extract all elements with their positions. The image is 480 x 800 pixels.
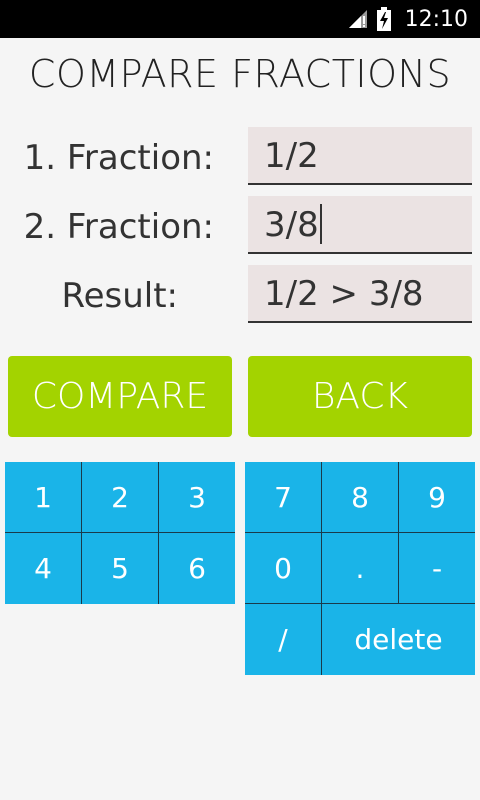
status-bar: 12:10 xyxy=(0,0,480,38)
key-4[interactable]: 4 xyxy=(5,533,81,604)
compare-button[interactable]: COMPARE xyxy=(8,356,232,437)
status-icons: 12:10 xyxy=(347,0,468,38)
page-title: COMPARE FRACTIONS xyxy=(28,52,452,96)
key-dot[interactable]: . xyxy=(322,533,398,604)
result-field[interactable]: 1/2 > 3/8 xyxy=(248,265,472,323)
fraction2-label: 2. Fraction: xyxy=(23,207,214,247)
key-8[interactable]: 8 xyxy=(322,462,398,533)
keypad-right: 7 8 9 0 . - / delete xyxy=(245,462,475,675)
result-label: Result: xyxy=(61,276,178,316)
keypad-divider xyxy=(245,532,475,533)
keypad-divider xyxy=(245,603,475,604)
keypad-divider xyxy=(158,462,159,604)
battery-charging-icon xyxy=(376,7,391,31)
keypad-divider xyxy=(398,462,399,604)
fraction2-value: 3/8 xyxy=(264,205,319,245)
result-value: 1/2 > 3/8 xyxy=(264,274,424,314)
fraction1-input[interactable]: 1/2 xyxy=(248,127,472,185)
text-caret xyxy=(319,203,322,244)
status-clock: 12:10 xyxy=(404,6,468,32)
keypad-divider xyxy=(321,462,322,675)
key-minus[interactable]: - xyxy=(399,533,475,604)
key-3[interactable]: 3 xyxy=(159,462,235,533)
key-1[interactable]: 1 xyxy=(5,462,81,533)
fraction1-value: 1/2 xyxy=(264,136,319,176)
back-button[interactable]: BACK xyxy=(248,356,472,437)
keypad-left: 1 2 3 4 5 6 xyxy=(5,462,235,604)
key-7[interactable]: 7 xyxy=(245,462,321,533)
key-2[interactable]: 2 xyxy=(82,462,158,533)
keypad-divider xyxy=(81,462,82,604)
fraction2-input[interactable]: 3/8 xyxy=(248,196,472,254)
keypad-divider xyxy=(5,532,235,533)
signal-icon xyxy=(348,10,367,28)
key-slash[interactable]: / xyxy=(245,604,321,675)
key-5[interactable]: 5 xyxy=(82,533,158,604)
key-0[interactable]: 0 xyxy=(245,533,321,604)
key-delete[interactable]: delete xyxy=(322,604,475,675)
fraction1-label: 1. Fraction: xyxy=(23,138,214,178)
key-6[interactable]: 6 xyxy=(159,533,235,604)
key-9[interactable]: 9 xyxy=(399,462,475,533)
